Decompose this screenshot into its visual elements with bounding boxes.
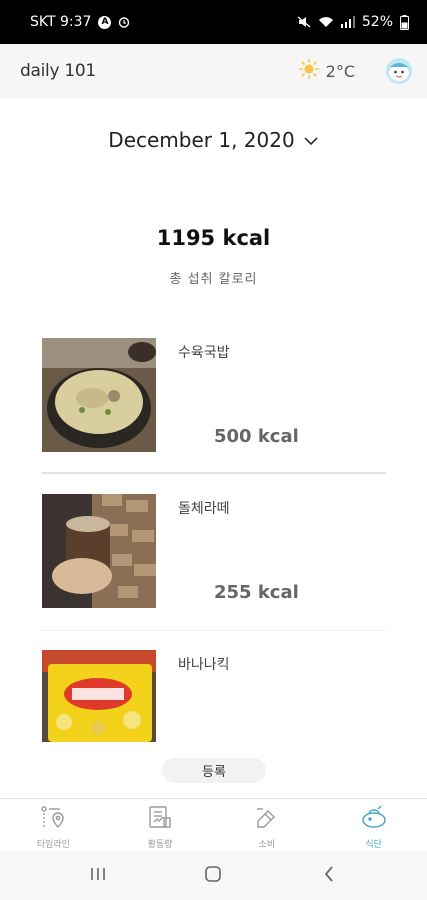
mute-icon [297, 16, 311, 28]
battery-percent: 52% [361, 14, 393, 30]
register-button[interactable]: 등록 [162, 758, 266, 783]
home-button[interactable] [193, 861, 233, 891]
tab-diet[interactable]: 식단 [320, 799, 427, 851]
status-left: SKT 9:37 A [30, 14, 130, 30]
chevron-down-icon [303, 131, 319, 150]
timeline-icon [40, 805, 66, 833]
tab-spending[interactable]: 소비 [214, 799, 321, 851]
header-right: 2°C [298, 57, 413, 85]
meal-name: 수육국밥 [178, 345, 230, 361]
meal-name: 돌체라떼 [178, 501, 230, 517]
meal-item[interactable]: 바나나킥 [42, 650, 386, 742]
wifi-icon [318, 16, 334, 28]
battery-icon [400, 14, 409, 30]
app-notification-icon: A [98, 15, 112, 29]
tab-label: 타임라인 [36, 840, 70, 850]
tab-activity[interactable]: 활동량 [107, 799, 214, 851]
meal-kcal: 500 kcal [214, 426, 299, 447]
character-avatar-icon[interactable] [385, 57, 413, 85]
alarm-icon [118, 16, 130, 28]
sun-icon [298, 58, 320, 84]
total-kcal: 1195 kcal [156, 226, 271, 250]
activity-icon [147, 805, 173, 833]
bottom-tab-bar: 타임라인 활동량 소비 식단 [0, 798, 427, 851]
meal-item[interactable]: 수육국밥 500 kcal [42, 338, 386, 458]
tab-label: 식단 [365, 840, 382, 850]
tab-timeline[interactable]: 타임라인 [0, 799, 107, 851]
total-kcal-label: 총 섭취 칼로리 [169, 272, 258, 287]
meal-name: 바나나킥 [178, 657, 230, 673]
recent-apps-icon [89, 866, 107, 886]
tab-label: 활동량 [147, 840, 173, 850]
spending-icon [254, 805, 280, 833]
divider [42, 472, 386, 474]
status-right: 52% [297, 14, 409, 30]
meal-photo [42, 650, 156, 742]
carrier-time: SKT 9:37 [30, 14, 92, 30]
divider [42, 630, 386, 631]
diet-icon [360, 805, 388, 833]
recent-apps-button[interactable] [78, 861, 118, 891]
status-bar: SKT 9:37 A 52% [0, 0, 427, 44]
signal-icon [340, 16, 355, 28]
weather-widget[interactable]: 2°C [298, 58, 355, 84]
app-logo: daily 101 [20, 61, 96, 81]
back-icon [322, 865, 336, 887]
temperature: 2°C [325, 61, 355, 81]
home-icon [204, 865, 222, 887]
tab-label: 소비 [258, 840, 276, 850]
meal-photo [42, 494, 156, 608]
meal-item[interactable]: 돌체라떼 255 kcal [42, 494, 386, 614]
meal-photo [42, 338, 156, 452]
app-header: daily 101 2°C [0, 44, 427, 98]
meal-kcal: 255 kcal [214, 582, 299, 603]
back-button[interactable] [309, 861, 349, 891]
system-nav-bar [0, 851, 427, 900]
date-selector[interactable]: December 1, 2020 [0, 128, 427, 152]
date-label: December 1, 2020 [108, 128, 295, 152]
